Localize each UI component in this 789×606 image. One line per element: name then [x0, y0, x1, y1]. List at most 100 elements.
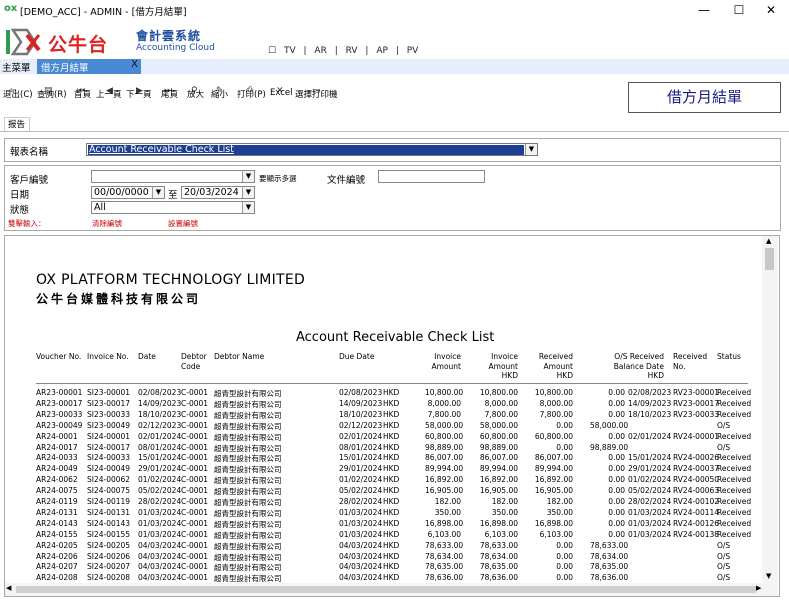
cell-debtor-code: C-0001 [181, 497, 209, 506]
minimize-button[interactable]: — [690, 1, 718, 19]
menu-checkbox[interactable]: ☐ [268, 46, 276, 56]
maximize-button[interactable]: ☐ [725, 1, 753, 19]
date-label: 日期 [10, 190, 30, 201]
cell-received-amount: 0.00 [556, 573, 573, 583]
cell-received-amount: 16,898.00 [534, 518, 573, 528]
document-no-input[interactable] [378, 170, 485, 183]
col-debtor-code: Debtor Code [181, 352, 207, 371]
col-received-no: Received No. [673, 352, 708, 371]
chevron-down-icon[interactable]: ▼ [525, 144, 537, 155]
scroll-right-icon[interactable]: ▶ [756, 584, 761, 592]
cell-date: 04/03/2024 [138, 573, 182, 583]
cell-invoice-amount: 78,633.00 [425, 540, 464, 550]
menu-ar[interactable]: AR [314, 46, 326, 56]
cell-due-date: 01/02/2024 [339, 475, 383, 485]
menu-separator: | [395, 46, 399, 56]
cell-due-date: 15/01/2024 [339, 453, 383, 463]
report-name-select[interactable]: Account Receivable Check List ▼ [86, 143, 538, 156]
cell-invoice-no: SI23-00033 [87, 409, 131, 419]
select-printer-button[interactable]: 選擇打印機 [295, 88, 338, 100]
cell-debtor-code: C-0001 [181, 475, 209, 485]
cell-debtor-name: 超青型設計有限公司 [214, 541, 282, 551]
zoom-in-button[interactable]: 放大 [187, 88, 204, 100]
customer-code-label: 客戶編號 [10, 175, 49, 186]
cell-invoice-amount-hkd: 86,007.00 [479, 453, 518, 463]
cell-due-date: 02/08/2023 [339, 388, 383, 397]
cell-os-balance: 0.00 [608, 507, 625, 517]
tab-report[interactable]: 报告 [4, 117, 30, 131]
cell-debtor-code: C-0001 [181, 388, 209, 397]
menu-pv[interactable]: PV [407, 46, 419, 56]
menu-separator: | [303, 46, 307, 56]
chevron-down-icon[interactable]: ▼ [242, 202, 254, 213]
cell-voucher-no: AR24-0075 [36, 486, 78, 496]
cell-debtor-code: C-0001 [181, 431, 209, 441]
scroll-down-icon[interactable]: ▼ [766, 572, 771, 580]
cell-invoice-amount-hkd: 89,994.00 [479, 464, 518, 474]
date-to-input[interactable]: 20/03/2024 ▼ [181, 186, 255, 199]
date-from-input[interactable]: 00/00/0000 ▼ [91, 186, 165, 199]
first-page-button[interactable]: 首頁 [74, 88, 91, 100]
col-voucher-no: Voucher No. [36, 352, 82, 361]
col-invoice-no: Invoice No. [87, 352, 129, 361]
menu-rv[interactable]: RV [346, 46, 358, 56]
print-button[interactable]: 打印(P) [237, 88, 266, 100]
cell-received-amount: 89,994.00 [534, 464, 573, 474]
tab-debit-statement[interactable]: 借方月結單 X [37, 59, 141, 74]
chevron-down-icon[interactable]: ▼ [242, 171, 254, 182]
cell-os-balance: 78,633.00 [590, 540, 629, 550]
cell-invoice-amount-hkd: 182.00 [491, 497, 518, 506]
cell-received-no: RV24-00114 [673, 507, 720, 517]
zoom-out-button[interactable]: 縮小 [211, 88, 228, 100]
customer-code-select[interactable]: ▼ [91, 170, 255, 183]
cell-currency: HKD [383, 420, 400, 430]
quick-menu: ☐ TV | AR | RV | AP | PV [268, 46, 423, 56]
cell-received-date: 18/10/2023 [628, 409, 672, 419]
close-window-button[interactable]: ✕ [757, 1, 785, 19]
cell-received-amount: 0.00 [556, 551, 573, 561]
tab-close-icon[interactable]: X [131, 59, 138, 70]
cell-os-balance: 0.00 [608, 464, 625, 474]
vertical-scroll-thumb[interactable] [765, 248, 774, 270]
cell-invoice-no: SI24-00206 [87, 551, 131, 561]
query-button[interactable]: 查詢(R) [37, 88, 67, 100]
menu-tv[interactable]: TV [284, 46, 296, 56]
scroll-left-icon[interactable]: ◀ [6, 584, 11, 592]
cell-debtor-name: 超青型設計有限公司 [214, 432, 282, 442]
vertical-scrollbar[interactable] [762, 236, 778, 596]
menu-ap[interactable]: AP [376, 46, 388, 56]
cell-currency: HKD [383, 398, 400, 408]
scroll-up-icon[interactable]: ▲ [766, 237, 771, 245]
exit-button[interactable]: 退出(C) [3, 88, 33, 100]
cell-currency: HKD [383, 475, 400, 485]
cell-voucher-no: AR24-0205 [36, 540, 78, 550]
cell-date: 28/02/2024 [138, 497, 182, 506]
cell-invoice-amount: 78,634.00 [425, 551, 464, 561]
accounting-cloud-en: Accounting Cloud [136, 43, 215, 53]
cell-received-amount: 8,000.00 [539, 398, 573, 408]
cell-os-balance: 0.00 [608, 398, 625, 408]
tab-main-menu[interactable]: 主菜單 [2, 60, 31, 74]
status-select[interactable]: All ▼ [91, 201, 255, 214]
chevron-down-icon[interactable]: ▼ [242, 187, 254, 198]
horizontal-scroll-thumb[interactable] [16, 586, 756, 593]
prev-page-button[interactable]: 上一頁 [96, 88, 122, 100]
cell-date: 02/08/2023 [138, 388, 182, 397]
cell-received-date: 05/02/2024 [628, 486, 672, 496]
excel-button[interactable]: Excel [270, 88, 293, 98]
cell-invoice-no: SI24-00062 [87, 475, 131, 485]
chevron-down-icon[interactable]: ▼ [152, 187, 164, 198]
window-title: [DEMO_ACC] - ADMIN - [借方月結單] [20, 7, 187, 18]
cell-voucher-no: AR24-0049 [36, 464, 78, 474]
cell-received-amount: 182.00 [546, 497, 573, 506]
report-name-value: Account Receivable Check List [88, 145, 524, 155]
next-page-button[interactable]: 下一頁 [126, 88, 152, 100]
cell-invoice-amount-hkd: 8,000.00 [484, 398, 518, 408]
cell-currency: HKD [383, 518, 400, 528]
last-page-button[interactable]: 尾頁 [161, 88, 178, 100]
cell-currency: HKD [383, 551, 400, 561]
cell-received-amount: 60,800.00 [534, 431, 573, 441]
cell-voucher-no: AR24-0206 [36, 551, 78, 561]
cell-status: Received [717, 497, 752, 506]
cell-debtor-name: 超青型設計有限公司 [214, 519, 282, 529]
